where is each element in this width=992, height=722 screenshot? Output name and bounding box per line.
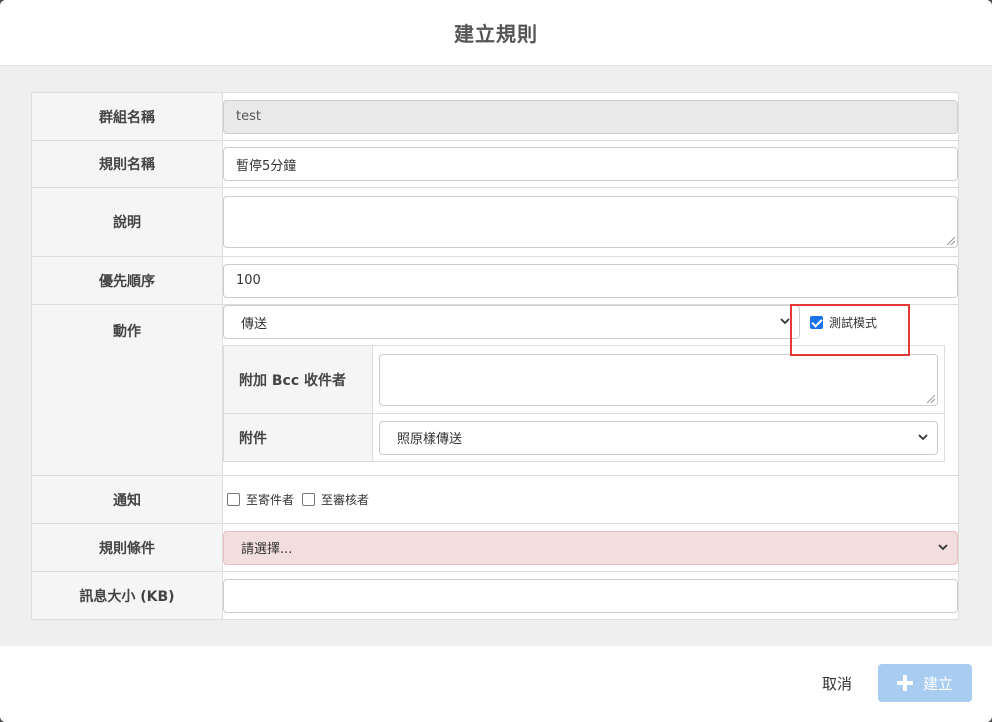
notify-label: 通知	[31, 475, 223, 524]
row-group-name: 群組名稱 test	[31, 92, 959, 141]
notify-reviewer-checkbox[interactable]	[302, 493, 316, 506]
action-select[interactable]: 傳送	[223, 305, 800, 339]
attachment-selected-value: 照原樣傳送	[397, 432, 463, 447]
message-size-input[interactable]	[223, 578, 958, 613]
priority-input[interactable]: 100	[223, 263, 958, 298]
notify-reviewer-option[interactable]: 至審核者	[302, 491, 369, 508]
create-button-label: 建立	[922, 675, 953, 693]
bcc-textarea[interactable]	[379, 353, 938, 406]
row-message-size: 訊息大小 (KB)	[31, 571, 959, 620]
plus-icon	[896, 675, 913, 691]
notify-options: 至寄件者 至審核者	[223, 491, 958, 508]
test-mode-checkbox[interactable]	[810, 315, 823, 329]
row-conditions: 規則條件 請選擇...	[31, 523, 959, 572]
dialog-body: 群組名稱 test 規則名稱 暫停5分鐘 說明 優先順序 100 動作 傳送 測…	[0, 66, 992, 646]
dialog-header: 建立規則	[0, 0, 992, 66]
test-mode-checkbox-group[interactable]: 測試模式	[810, 314, 877, 331]
notify-reviewer-label: 至審核者	[321, 493, 370, 507]
bcc-label: 附加 Bcc 收件者	[223, 345, 373, 414]
resize-grip-icon[interactable]	[947, 237, 955, 245]
description-textarea[interactable]	[223, 196, 958, 248]
priority-label: 優先順序	[31, 256, 223, 305]
message-size-label: 訊息大小 (KB)	[31, 571, 223, 620]
row-notify: 通知 至寄件者 至審核者	[31, 475, 959, 524]
rule-name-label: 規則名稱	[31, 140, 223, 188]
conditions-selected-value: 請選擇...	[241, 542, 293, 557]
action-label: 動作	[31, 304, 223, 476]
conditions-label: 規則條件	[31, 523, 223, 572]
description-label: 說明	[31, 187, 223, 257]
cancel-button[interactable]: 取消	[810, 664, 864, 702]
row-priority: 優先順序 100	[31, 256, 959, 305]
row-rule-name: 規則名稱 暫停5分鐘	[31, 140, 959, 188]
row-description: 說明	[31, 187, 959, 257]
rule-name-input[interactable]: 暫停5分鐘	[223, 147, 958, 181]
chevron-down-icon	[780, 318, 790, 325]
conditions-select[interactable]: 請選擇...	[223, 530, 958, 565]
test-mode-label: 測試模式	[829, 315, 878, 330]
action-options-table: 附加 Bcc 收件者 附件 照原樣傳送	[223, 345, 945, 462]
action-selected-value: 傳送	[241, 316, 268, 332]
chevron-down-icon	[938, 543, 948, 550]
notify-sender-option[interactable]: 至寄件者	[227, 491, 294, 508]
attachment-select[interactable]: 照原樣傳送	[379, 420, 938, 455]
notify-sender-checkbox[interactable]	[227, 493, 240, 506]
dialog-footer: 取消 建立	[0, 646, 992, 722]
notify-sender-label: 至寄件者	[246, 493, 295, 507]
attachment-label: 附件	[223, 413, 373, 462]
group-name-field: test	[223, 99, 958, 134]
create-button[interactable]: 建立	[878, 664, 972, 702]
resize-grip-icon[interactable]	[927, 394, 935, 403]
row-action: 動作 傳送 測試模式 附加 Bcc 收件者 附件 照原樣傳送	[31, 304, 959, 476]
dialog-title: 建立規則	[454, 22, 538, 46]
chevron-down-icon	[918, 433, 928, 440]
group-name-label: 群組名稱	[31, 92, 223, 141]
create-rule-dialog: 建立規則 群組名稱 test 規則名稱 暫停5分鐘 說明 優先順序 100 動作…	[0, 0, 992, 722]
rule-form: 群組名稱 test 規則名稱 暫停5分鐘 說明 優先順序 100 動作 傳送 測…	[31, 92, 959, 620]
